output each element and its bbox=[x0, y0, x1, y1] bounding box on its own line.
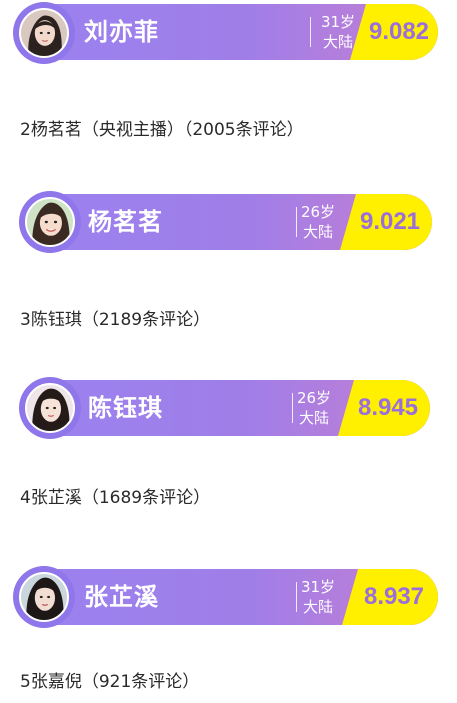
age-region: 26岁 大陆 bbox=[296, 202, 340, 242]
age-region: 26岁 大陆 bbox=[292, 388, 336, 428]
avatar-image bbox=[19, 8, 69, 58]
region-label: 大陆 bbox=[302, 598, 333, 616]
region-label: 大陆 bbox=[302, 223, 333, 241]
avatar[interactable] bbox=[19, 377, 81, 439]
avatar[interactable] bbox=[13, 2, 75, 64]
score-value: 8.945 bbox=[357, 394, 419, 421]
ranking-card-2[interactable]: 杨茗茗 26岁 大陆 9.021 bbox=[22, 194, 432, 250]
ranking-card-3[interactable]: 陈钰琪 26岁 大陆 8.945 bbox=[22, 380, 430, 436]
age-label: 26岁 bbox=[300, 203, 336, 221]
avatar-image bbox=[25, 383, 75, 433]
actress-name: 刘亦菲 bbox=[84, 18, 159, 46]
avatar-image bbox=[25, 197, 75, 247]
ranking-caption-3: 3陈钰琪（2189条评论） bbox=[20, 310, 211, 330]
avatar[interactable] bbox=[19, 191, 81, 253]
actress-name: 杨茗茗 bbox=[88, 208, 163, 236]
avatar-image bbox=[19, 572, 69, 622]
actress-name: 陈钰琪 bbox=[88, 394, 163, 422]
ranking-caption-5: 5张嘉倪（921条评论） bbox=[20, 672, 200, 692]
ranking-caption-4: 4张芷溪（1689条评论） bbox=[20, 488, 211, 508]
divider bbox=[310, 17, 311, 47]
score-value: 9.082 bbox=[368, 18, 430, 45]
ranking-card-1[interactable]: 刘亦菲 31岁 大陆 9.082 bbox=[18, 4, 438, 60]
score-value: 8.937 bbox=[363, 583, 425, 610]
actress-name: 张芷溪 bbox=[84, 583, 159, 611]
score-value: 9.021 bbox=[359, 208, 421, 235]
ranking-caption-2: 2杨茗茗（央视主播）（2005条评论） bbox=[20, 120, 304, 140]
age-label: 31岁 bbox=[320, 13, 356, 31]
age-label: 31岁 bbox=[300, 578, 336, 596]
ranking-card-4[interactable]: 张芷溪 31岁 大陆 8.937 bbox=[18, 569, 438, 625]
age-region: 31岁 大陆 bbox=[316, 12, 360, 52]
age-region: 31岁 大陆 bbox=[296, 577, 340, 617]
region-label: 大陆 bbox=[298, 409, 329, 427]
avatar[interactable] bbox=[13, 566, 75, 628]
age-label: 26岁 bbox=[296, 389, 332, 407]
